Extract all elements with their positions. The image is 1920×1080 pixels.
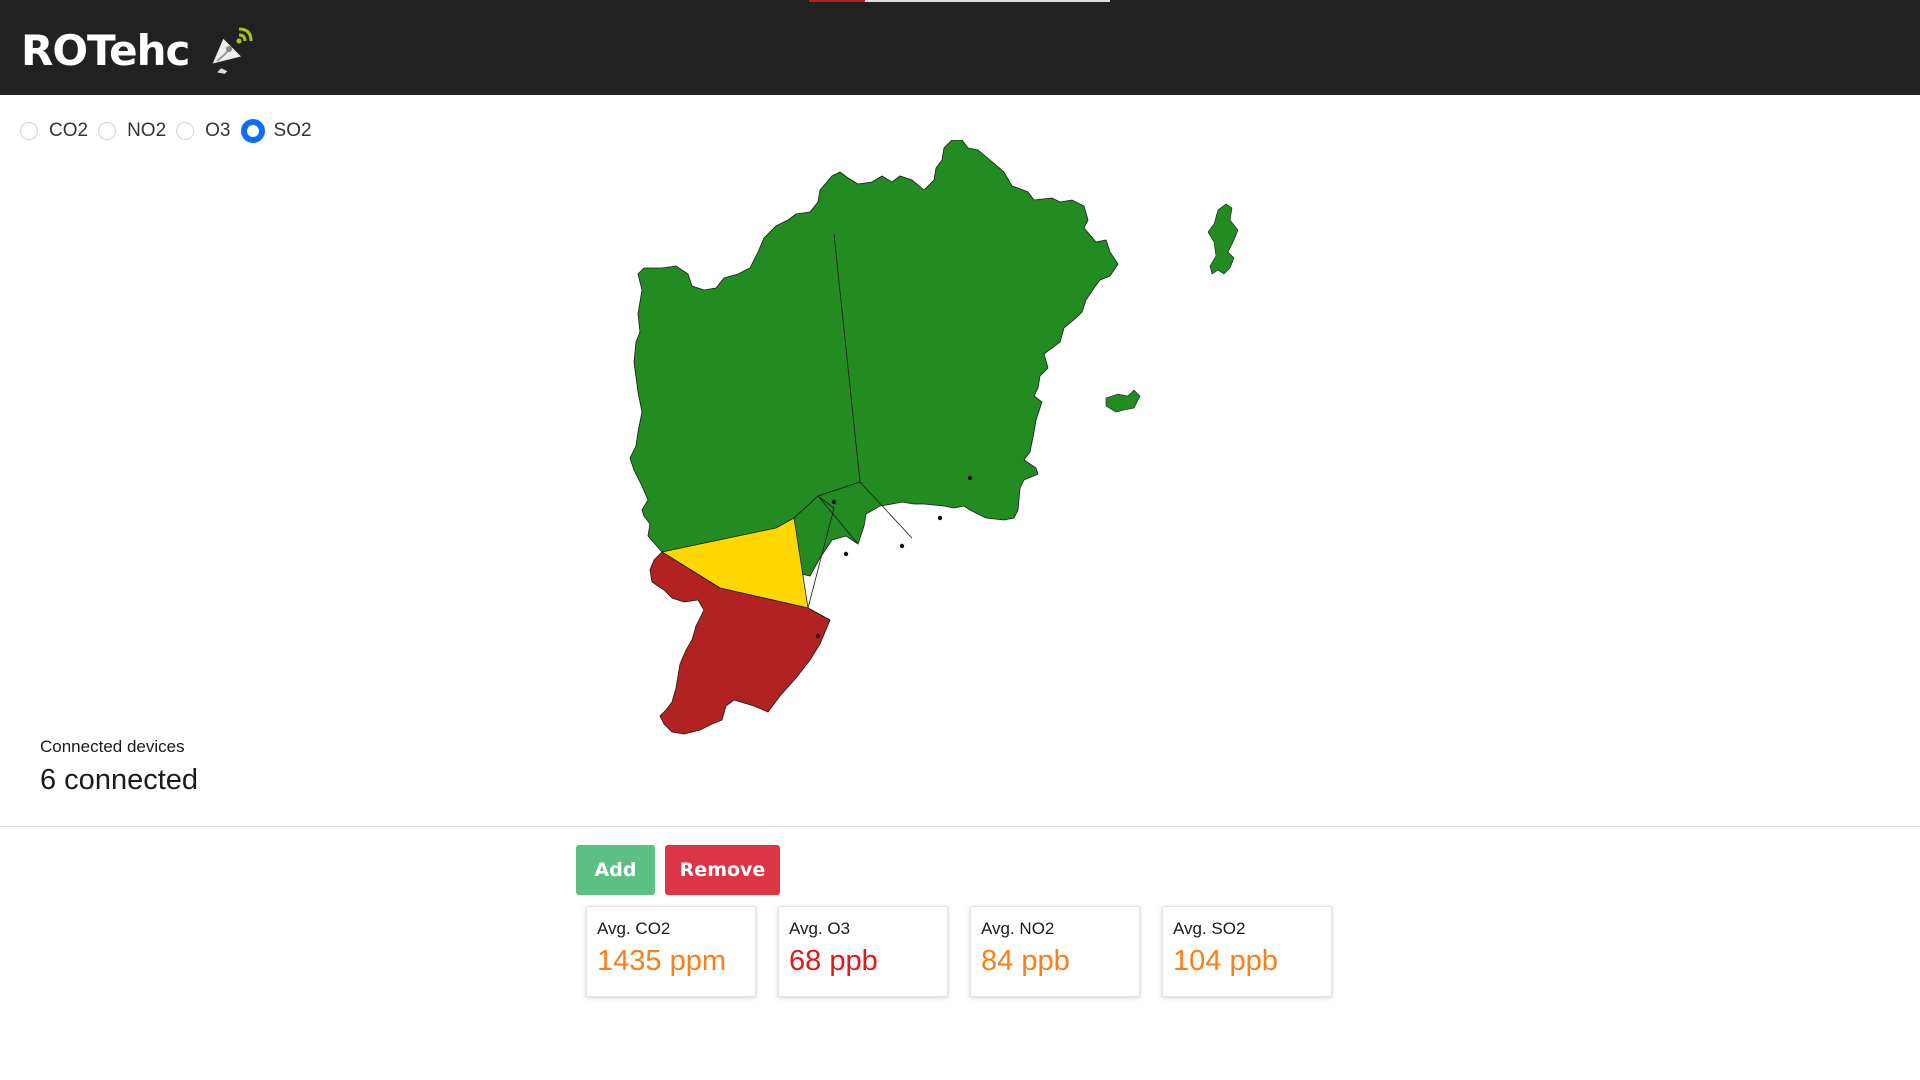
device-marker[interactable] [843,551,849,557]
stat-value: 104 ppb [1173,945,1278,977]
app-header: ROTehc [0,0,1920,95]
remove-button[interactable]: Remove [665,845,780,895]
map-region-island[interactable] [1207,203,1239,275]
add-button[interactable]: Add [576,845,655,895]
pollution-map[interactable] [620,139,1300,740]
stat-title: Avg. CO2 [597,919,671,938]
app-title: ROTehc [21,26,190,75]
device-marker[interactable] [899,543,905,549]
brand[interactable]: ROTehc [21,25,255,77]
radio-so2[interactable]: SO2 [240,119,312,143]
radio-o3-label[interactable]: O3 [205,119,230,143]
device-marker[interactable] [815,633,821,639]
header-accent-light [865,0,1110,2]
connected-devices-label: Connected devices [40,737,185,756]
header-accent-red [809,0,865,2]
radio-co2-control[interactable] [20,122,38,140]
stat-title: Avg. O3 [789,919,851,938]
radio-o3-control[interactable] [176,122,195,140]
stat-value: 68 ppb [789,945,878,977]
device-marker[interactable] [831,499,837,505]
device-marker[interactable] [937,515,943,521]
radio-so2-control[interactable] [240,119,265,143]
stat-title: Avg. NO2 [981,919,1055,938]
device-marker[interactable] [967,475,973,481]
stat-value: 84 ppb [981,945,1070,977]
radio-co2-label[interactable]: CO2 [49,119,88,143]
stat-card-o3: Avg. O3 68 ppb [778,906,948,997]
pollutant-selector: CO2 NO2 O3 SO2 [20,119,322,143]
radio-o3[interactable]: O3 [176,119,231,143]
map-region-islet[interactable] [1105,389,1141,413]
map-region-north[interactable] [629,139,1119,577]
radio-so2-label[interactable]: SO2 [274,119,312,143]
stat-card-no2: Avg. NO2 84 ppb [970,906,1140,997]
radio-no2-control[interactable] [98,122,117,140]
satellite-dish-icon [203,25,255,77]
section-divider [0,826,1920,827]
connected-devices-count: 6 connected [40,764,199,796]
radio-no2[interactable]: NO2 [98,119,166,143]
stat-card-co2: Avg. CO2 1435 ppm [586,906,756,997]
stat-value: 1435 ppm [597,945,726,977]
stat-card-so2: Avg. SO2 104 ppb [1162,906,1332,997]
radio-co2[interactable]: CO2 [20,119,88,143]
radio-no2-label[interactable]: NO2 [127,119,166,143]
stat-title: Avg. SO2 [1173,919,1246,938]
